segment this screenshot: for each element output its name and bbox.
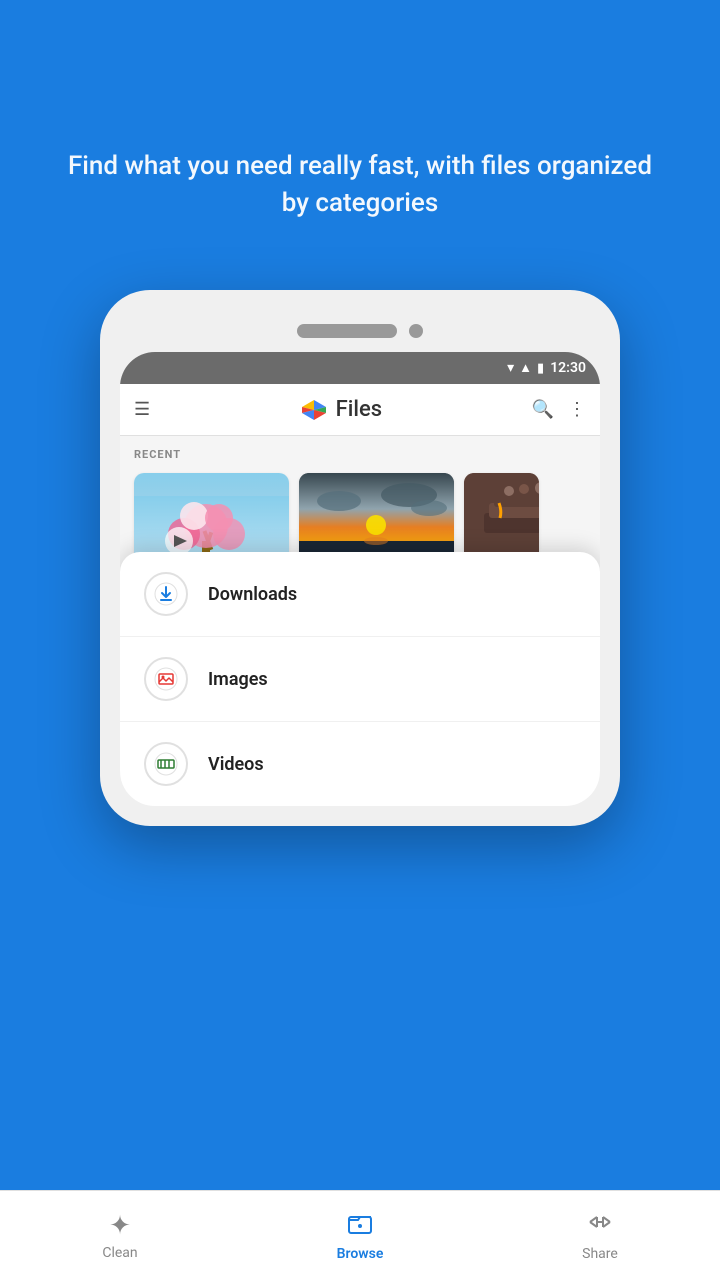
images-label: Images <box>208 669 268 690</box>
phone-bezel-top <box>120 310 600 352</box>
share-label: Share <box>582 1246 618 1262</box>
categories-panel: Downloads Images <box>120 552 600 806</box>
signal-icon: ▲ <box>519 360 532 376</box>
nav-item-clean[interactable]: ✦ Clean <box>0 1211 240 1261</box>
phone-speaker <box>297 324 397 338</box>
category-item-images[interactable]: Images <box>120 637 600 722</box>
browse-label: Browse <box>337 1246 384 1262</box>
downloads-label: Downloads <box>208 584 297 605</box>
more-button[interactable]: ⋮ <box>568 399 586 420</box>
nav-item-browse[interactable]: Browse <box>240 1209 480 1262</box>
food-img <box>464 473 539 563</box>
nav-item-share[interactable]: Share <box>480 1209 720 1262</box>
images-icon-circle <box>144 657 188 701</box>
videos-icon-circle <box>144 742 188 786</box>
clean-label: Clean <box>102 1245 137 1261</box>
app-toolbar: ☰ Files 🔍 ⋮ <box>120 384 600 436</box>
status-icons: ▾ ▲ ▮ <box>507 360 544 376</box>
battery-icon: ▮ <box>537 361 544 376</box>
images-icon <box>154 667 178 691</box>
category-item-downloads[interactable]: Downloads <box>120 552 600 637</box>
videos-icon <box>154 752 178 776</box>
page-subtitle: Find what you need really fast, with fil… <box>60 148 660 221</box>
file-thumb-camera <box>299 473 454 563</box>
camera-sunset-img <box>299 473 454 563</box>
phone-camera <box>409 324 423 338</box>
toolbar-actions: 🔍 ⋮ <box>532 399 586 420</box>
phone-mockup: ▾ ▲ ▮ 12:30 ☰ Files <box>100 290 620 826</box>
file-thumb-screen <box>464 473 539 563</box>
phone-screen: ▾ ▲ ▮ 12:30 ☰ Files <box>120 352 600 806</box>
share-icon <box>587 1209 613 1242</box>
clean-icon: ✦ <box>109 1211 131 1241</box>
browse-icon <box>347 1209 373 1242</box>
app-content: RECENT <box>120 436 600 806</box>
downloads-icon <box>154 582 178 606</box>
search-button[interactable]: 🔍 <box>532 399 554 420</box>
videos-label: Videos <box>208 754 264 775</box>
app-logo <box>300 396 328 424</box>
app-title-area: Files <box>150 396 531 424</box>
bottom-nav: ✦ Clean Browse Share <box>0 1190 720 1280</box>
downloads-icon-circle <box>144 572 188 616</box>
app-title: Files <box>336 397 382 422</box>
wifi-icon: ▾ <box>507 360 514 376</box>
status-bar: ▾ ▲ ▮ 12:30 <box>120 352 600 384</box>
category-item-videos[interactable]: Videos <box>120 722 600 806</box>
hamburger-button[interactable]: ☰ <box>134 399 150 420</box>
status-time: 12:30 <box>550 360 586 376</box>
recent-section-label: RECENT <box>120 436 600 467</box>
